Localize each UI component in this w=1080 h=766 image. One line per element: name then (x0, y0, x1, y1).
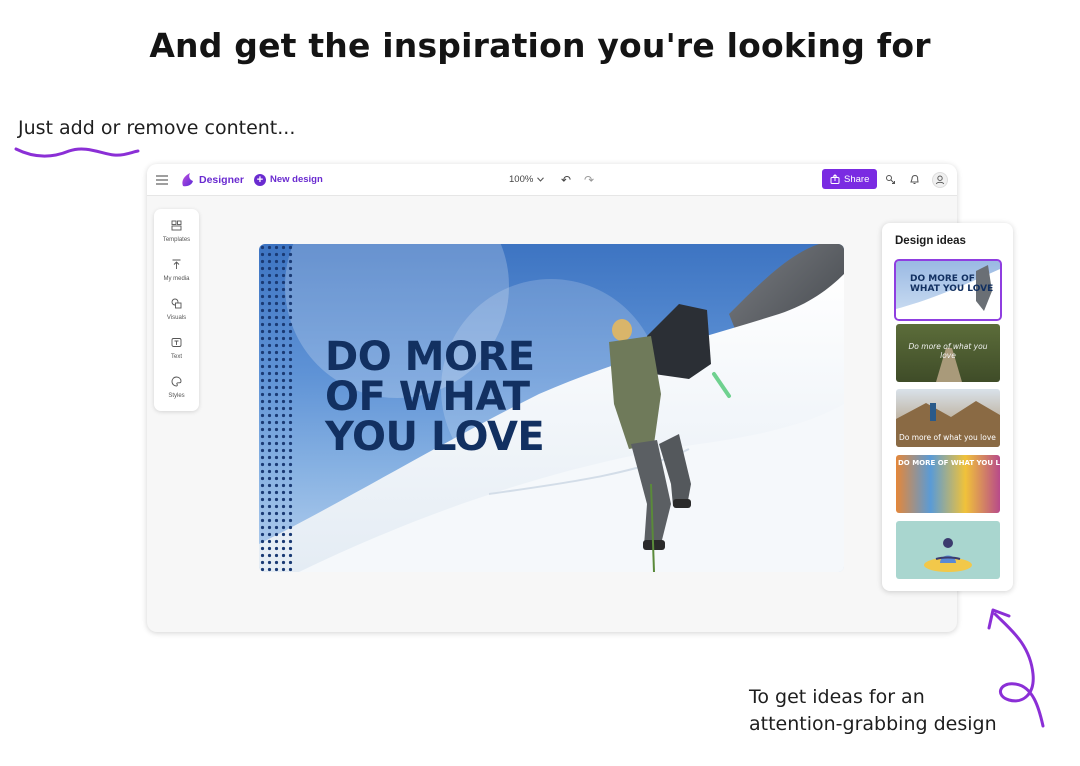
redo-icon[interactable]: ↷ (584, 164, 594, 195)
text-icon (154, 337, 199, 352)
notification-icon[interactable] (909, 164, 920, 195)
palette-icon (154, 376, 199, 391)
rail-item-styles[interactable]: Styles (154, 376, 199, 399)
design-idea-thumbnail-5[interactable] (896, 521, 1000, 579)
thumbnail-3-text: Do more of what you love (899, 433, 996, 442)
shapes-icon (154, 298, 199, 313)
design-ideas-panel: Design ideas DO MORE OF WHAT YOU LOVE Do… (882, 223, 1013, 591)
rail-label-templates: Templates (162, 237, 191, 243)
new-design-button[interactable]: + New design (254, 164, 323, 195)
designer-logo-icon (182, 173, 193, 187)
squiggle-underline (14, 147, 140, 158)
design-idea-thumbnail-1[interactable]: DO MORE OF WHAT YOU LOVE (894, 259, 1002, 321)
rail-item-text[interactable]: Text (154, 337, 199, 360)
thumbnail-2-text: Do more of what you love (908, 342, 988, 360)
present-icon[interactable] (885, 164, 896, 195)
canvas-headline[interactable]: DO MORE OF WHAT YOU LOVE (325, 334, 545, 460)
hamburger-menu-icon[interactable] (156, 164, 170, 195)
zoom-value: 100% (509, 174, 534, 185)
curly-arrow (987, 608, 1045, 728)
rail-item-my-media[interactable]: My media (154, 259, 199, 282)
annotation-ideas-line1: To get ideas for an (749, 686, 925, 708)
undo-icon[interactable]: ↶ (561, 164, 571, 195)
rail-item-visuals[interactable]: Visuals (154, 298, 199, 321)
designer-app-window: Designer + New design 100% ↶ ↷ Share Tem… (147, 164, 1013, 632)
rail-label-styles: Styles (168, 393, 185, 399)
rail-label-my-media: My media (163, 276, 190, 282)
share-icon (830, 174, 840, 184)
page-heading: And get the inspiration you're looking f… (149, 26, 931, 65)
rail-label-text: Text (170, 354, 182, 360)
design-canvas[interactable]: DO MORE OF WHAT YOU LOVE (259, 244, 844, 572)
meditation-illustration (924, 538, 972, 572)
thumbnail-4-text: DO MORE OF WHAT YOU LOVE (898, 459, 1000, 467)
share-button[interactable]: Share (822, 169, 878, 189)
design-ideas-title: Design ideas (895, 235, 966, 247)
dot-pattern (259, 244, 295, 572)
headline-line-1: DO MORE (325, 334, 535, 380)
account-avatar-icon[interactable] (932, 164, 948, 195)
annotation-ideas: To get ideas for an attention-grabbing d… (749, 684, 997, 738)
headline-line-3: YOU LOVE (325, 414, 545, 460)
annotation-ideas-line2: attention-grabbing design (749, 713, 997, 735)
plus-icon: + (254, 173, 266, 186)
design-idea-thumbnail-2[interactable]: Do more of what you love (896, 324, 1000, 382)
top-toolbar: Designer + New design 100% ↶ ↷ Share (147, 164, 957, 196)
brand-name: Designer (199, 173, 244, 186)
rail-label-visuals: Visuals (166, 315, 187, 321)
new-design-label: New design (270, 174, 323, 185)
chevron-down-icon (537, 177, 545, 182)
templates-icon (154, 220, 199, 235)
share-label: Share (844, 173, 870, 185)
thumbnail-1-text: DO MORE OF WHAT YOU LOVE (910, 274, 994, 294)
headline-line-2: OF WHAT (325, 374, 530, 420)
left-tool-rail: Templates My media Visuals Text Styles (154, 209, 199, 411)
upload-icon (154, 259, 199, 274)
annotation-add-remove: Just add or remove content... (18, 117, 296, 139)
designer-brand[interactable]: Designer (180, 164, 244, 195)
zoom-dropdown[interactable]: 100% (509, 164, 545, 195)
design-idea-thumbnail-4[interactable]: DO MORE OF WHAT YOU LOVE (896, 455, 1000, 513)
design-idea-thumbnail-3[interactable]: Do more of what you love (896, 389, 1000, 447)
rail-item-templates[interactable]: Templates (154, 220, 199, 243)
